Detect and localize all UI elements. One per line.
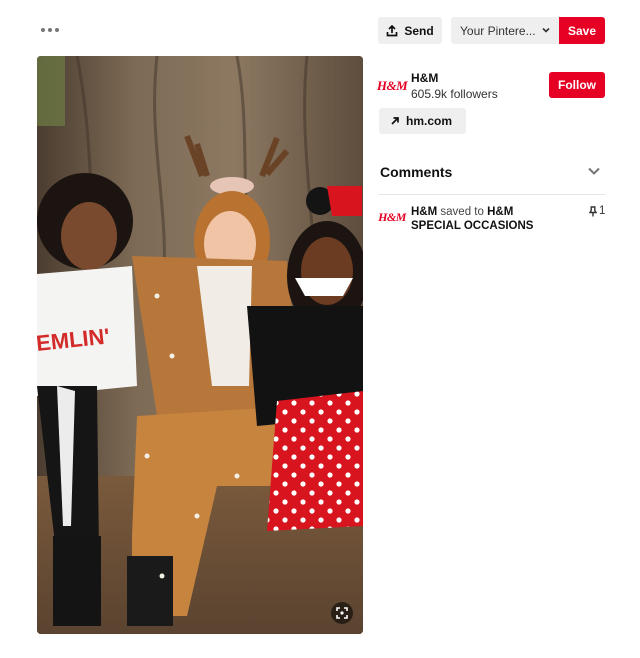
follower-count: 605.9k followers: [411, 87, 498, 101]
comments-toggle[interactable]: Comments: [379, 160, 605, 184]
chevron-down-icon: [588, 167, 600, 175]
activity-board-link[interactable]: SPECIAL OCCASIONS: [411, 220, 533, 232]
ellipsis-icon: [41, 28, 45, 32]
activity-item: H&M saved to H&M SPECIAL OCCASIONS: [411, 205, 581, 233]
send-button[interactable]: Send: [378, 17, 442, 44]
website-link[interactable]: hm.com: [379, 108, 466, 134]
share-upload-icon: [386, 24, 398, 36]
activity-avatar[interactable]: H&M: [378, 205, 406, 229]
divider: [379, 194, 605, 195]
lens-expand-icon[interactable]: [331, 602, 353, 624]
pin-count-value: 1: [599, 205, 606, 217]
brand-avatar[interactable]: H&M: [377, 73, 408, 99]
save-button[interactable]: Save: [559, 17, 605, 44]
board-select-dropdown[interactable]: Your Pintere...: [451, 17, 559, 44]
activity-board-owner[interactable]: H&M: [487, 206, 513, 218]
website-link-label: hm.com: [406, 114, 453, 128]
activity-verb: saved to: [440, 206, 484, 218]
chevron-down-icon: [542, 27, 550, 33]
pin-image[interactable]: EMLIN': [37, 56, 363, 634]
board-select-value: Your Pintere...: [460, 23, 536, 38]
more-options-button[interactable]: [36, 20, 64, 40]
send-button-label: Send: [404, 23, 434, 38]
arrow-up-right-icon: [391, 117, 399, 125]
comments-title: Comments: [380, 164, 453, 180]
pin-photo-illustration: EMLIN': [37, 56, 363, 634]
pin-count: 1: [589, 205, 605, 217]
follow-button[interactable]: Follow: [549, 72, 605, 98]
pushpin-icon: [589, 205, 597, 216]
brand-name[interactable]: H&M: [411, 71, 438, 85]
activity-user[interactable]: H&M: [411, 206, 437, 218]
pin-actions: Send Your Pintere... Save: [378, 17, 605, 44]
